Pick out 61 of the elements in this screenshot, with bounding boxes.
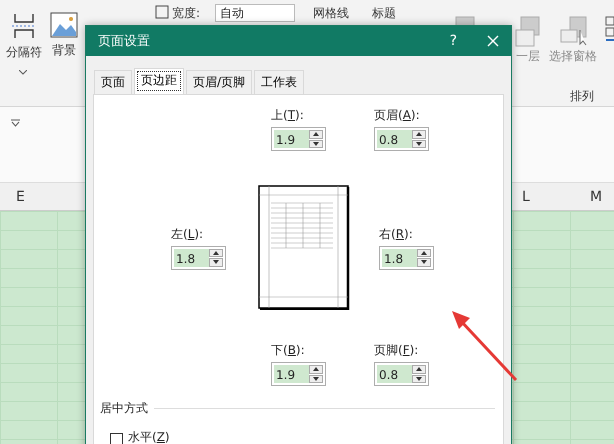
up-triangle-icon xyxy=(416,132,422,136)
header-margin-spinner[interactable]: 0.8 xyxy=(374,127,429,151)
down-triangle-icon xyxy=(313,376,319,381)
up-triangle-icon xyxy=(213,250,219,255)
column-header[interactable]: M xyxy=(590,189,602,205)
spin-down-button[interactable] xyxy=(309,374,323,383)
help-button[interactable]: ? xyxy=(450,33,457,49)
checkbox-label: 水平(Z) xyxy=(128,429,170,444)
spin-up-button[interactable] xyxy=(417,248,431,257)
section-title: 居中方式 xyxy=(100,400,148,417)
caret-icon xyxy=(19,70,27,75)
spin-down-button[interactable] xyxy=(412,140,426,148)
ribbon-button-label[interactable]: 背景 xyxy=(52,42,76,59)
collapse-icon[interactable] xyxy=(11,119,20,127)
spin-up-button[interactable] xyxy=(412,365,426,374)
group-label: 排列 xyxy=(570,88,594,105)
up-triangle-icon xyxy=(416,367,422,372)
top-margin-spinner[interactable]: 1.9 xyxy=(271,127,326,151)
up-triangle-icon xyxy=(313,367,319,372)
close-icon[interactable] xyxy=(487,35,499,47)
column-header[interactable]: E xyxy=(16,189,25,205)
align-icon xyxy=(605,16,614,44)
spin-down-button[interactable] xyxy=(417,258,431,266)
ribbon-button-label[interactable]: 分隔符 xyxy=(6,44,42,61)
size-icon xyxy=(155,5,169,19)
footer-margin-label: 页脚(F): xyxy=(374,342,420,359)
down-triangle-icon xyxy=(416,142,422,146)
tab[interactable]: 工作表 xyxy=(254,70,304,94)
bottom-margin-label: 下(B): xyxy=(271,342,306,359)
top-margin-label: 上(T): xyxy=(271,107,305,124)
spin-down-button[interactable] xyxy=(412,374,426,383)
dialog-title: 页面设置 xyxy=(98,33,151,50)
footer-margin-spinner[interactable]: 0.8 xyxy=(374,362,429,386)
spin-up-button[interactable] xyxy=(309,365,323,374)
tab[interactable]: 页面 xyxy=(94,70,132,94)
checkbox[interactable] xyxy=(110,432,123,444)
tab[interactable]: 页边距 xyxy=(134,68,184,94)
header-margin-label: 页眉(A): xyxy=(374,107,421,124)
down-triangle-icon xyxy=(213,260,219,264)
right-margin-spinner[interactable]: 1.8 xyxy=(379,246,434,270)
column-header[interactable]: L xyxy=(522,189,530,205)
up-triangle-icon xyxy=(421,250,427,255)
width-dropdown[interactable]: 自动 xyxy=(215,4,295,22)
spin-down-button[interactable] xyxy=(209,258,223,266)
tab[interactable]: 页眉/页脚 xyxy=(186,70,252,94)
width-label: 宽度: xyxy=(172,5,200,22)
down-triangle-icon xyxy=(421,260,427,264)
spin-down-button[interactable] xyxy=(309,140,323,148)
spin-up-button[interactable] xyxy=(412,130,426,138)
left-margin-spinner[interactable]: 1.8 xyxy=(171,246,226,270)
up-triangle-icon xyxy=(313,132,319,136)
spin-up-button[interactable] xyxy=(209,248,223,257)
bottom-margin-spinner[interactable]: 1.9 xyxy=(271,362,326,386)
right-margin-label: 右(R): xyxy=(379,226,414,242)
background-image-icon xyxy=(50,12,78,38)
down-triangle-icon xyxy=(416,376,422,381)
down-triangle-icon xyxy=(313,142,319,146)
left-margin-label: 左(L): xyxy=(171,226,204,242)
headings-label: 标题 xyxy=(372,5,396,22)
gridlines-label: 网格线 xyxy=(313,5,349,22)
spin-up-button[interactable] xyxy=(309,130,323,138)
